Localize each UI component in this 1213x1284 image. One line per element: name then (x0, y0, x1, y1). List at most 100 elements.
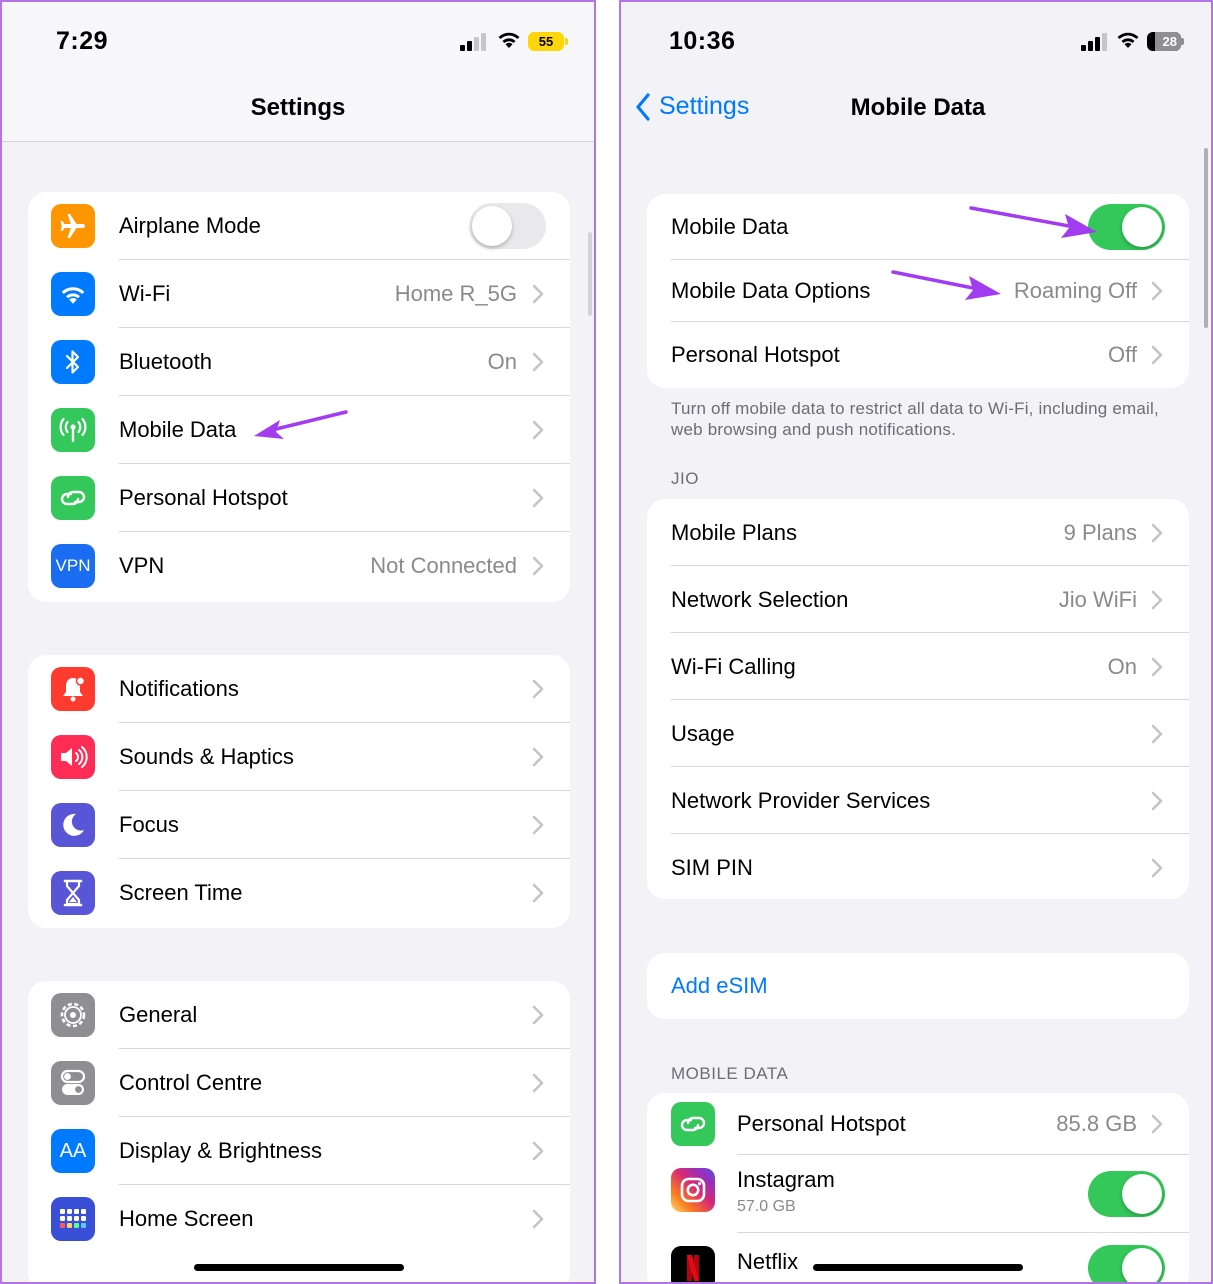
row-label: Sounds & Haptics (119, 744, 294, 769)
app-row-instagram[interactable]: Instagram 57.0 GB (647, 1155, 1189, 1233)
row-value: Home R_5G (394, 281, 517, 306)
row-personal-hotspot[interactable]: Personal Hotspot Off (647, 322, 1189, 388)
hotspot-link-icon (51, 476, 95, 520)
row-mobile-plans[interactable]: Mobile Plans 9 Plans (647, 499, 1189, 566)
app-row-personal-hotspot[interactable]: Personal Hotspot 85.8 GB (647, 1093, 1189, 1155)
carrier-group: Mobile Plans 9 Plans Network Selection Jio … (647, 499, 1189, 899)
settings-row-control-centre[interactable]: Control Centre (28, 1049, 570, 1117)
battery-indicator: 55 (528, 32, 568, 51)
back-button-label: Settings (659, 92, 750, 120)
text-size-icon: AA (51, 1129, 95, 1173)
chevron-right-icon (532, 488, 544, 508)
row-network-provider-services[interactable]: Network Provider Services (647, 767, 1189, 834)
settings-group: General Control Centre AA Display & Brightn… (28, 981, 570, 1282)
row-value: On (1107, 653, 1137, 679)
settings-row-notifications[interactable]: Notifications (28, 655, 570, 723)
toggle-switch[interactable] (469, 203, 546, 249)
airplane-icon (51, 204, 95, 248)
row-value: 85.8 GB (1056, 1111, 1137, 1136)
row-label: Home Screen (119, 1206, 254, 1231)
settings-row-vpn[interactable]: VPN VPN Not Connected (28, 532, 570, 600)
app-row-netflix[interactable]: Netflix (647, 1233, 1189, 1282)
hotspot-link-icon (671, 1102, 715, 1146)
back-button[interactable]: Settings (635, 92, 749, 121)
row-usage[interactable]: Usage (647, 700, 1189, 767)
wifi-icon (51, 272, 95, 316)
settings-screen: 7:29 55 Settings Airplane Mode Wi-Fi Home … (0, 0, 596, 1284)
toggle-switch[interactable] (1088, 1171, 1165, 1217)
status-time: 10:36 (669, 27, 736, 55)
instagram-icon (671, 1168, 715, 1212)
settings-row-general[interactable]: General (28, 981, 570, 1049)
row-label: Wi-Fi (119, 281, 171, 306)
row-mobile-data[interactable]: Mobile Data (647, 194, 1189, 260)
battery-indicator: 28 (1147, 32, 1181, 51)
chevron-right-icon (532, 679, 544, 699)
chevron-right-icon (1151, 281, 1163, 301)
row-wi-fi-calling[interactable]: Wi-Fi Calling On (647, 633, 1189, 700)
moon-icon (51, 803, 95, 847)
row-label: Personal Hotspot (119, 485, 288, 510)
chevron-right-icon (532, 1005, 544, 1025)
speaker-icon (51, 735, 95, 779)
section-header-mobile-data: MOBILE DATA (671, 1064, 789, 1083)
toggle-switch[interactable] (1088, 1245, 1165, 1282)
row-label: Display & Brightness (119, 1138, 322, 1163)
antenna-icon (51, 408, 95, 452)
chevron-right-icon (532, 284, 544, 304)
row-mobile-data-options[interactable]: Mobile Data Options Roaming Off (647, 260, 1189, 322)
icon-label: VPN (55, 556, 91, 575)
bell-icon (51, 667, 95, 711)
settings-row-personal-hotspot[interactable]: Personal Hotspot (28, 464, 570, 532)
chevron-right-icon (532, 352, 544, 372)
scrollbar[interactable] (588, 232, 592, 316)
settings-row-wi-fi[interactable]: Wi-Fi Home R_5G (28, 260, 570, 328)
toggle-knob (472, 206, 512, 246)
add-esim-button[interactable]: Add eSIM (647, 953, 1189, 1019)
status-bar: 7:29 55 (2, 2, 594, 82)
app-usage-amount: 57.0 GB (737, 1198, 796, 1215)
chevron-right-icon (532, 815, 544, 835)
row-label: Bluetooth (119, 349, 212, 374)
home-indicator (813, 1264, 1023, 1271)
battery-level: 28 (1162, 34, 1177, 49)
settings-row-airplane-mode[interactable]: Airplane Mode (28, 192, 570, 260)
row-sim-pin[interactable]: SIM PIN (647, 834, 1189, 899)
row-label: Mobile Plans (671, 519, 797, 545)
row-value: Jio WiFi (1058, 586, 1137, 612)
toggle-switch[interactable] (1088, 204, 1165, 250)
section-header-carrier: JIO (671, 469, 699, 488)
settings-group: Airplane Mode Wi-Fi Home R_5G Bluetooth On Mo… (28, 192, 570, 602)
settings-row-home-screen[interactable]: Home Screen (28, 1185, 570, 1253)
chevron-right-icon (532, 883, 544, 903)
chevron-right-icon (1151, 590, 1163, 609)
app-name: Netflix (737, 1249, 799, 1274)
settings-row-screen-time[interactable]: Screen Time (28, 859, 570, 927)
status-time: 7:29 (56, 27, 109, 55)
chevron-right-icon (1151, 345, 1163, 365)
row-label: Screen Time (119, 880, 243, 905)
bluetooth-icon (51, 340, 95, 384)
chevron-left-icon (636, 92, 650, 121)
mobile-data-group: Mobile Data Mobile Data Options Roaming Of… (647, 194, 1189, 388)
settings-row-sounds-haptics[interactable]: Sounds & Haptics (28, 723, 570, 791)
chevron-right-icon (1151, 1114, 1163, 1134)
gear-icon (51, 993, 95, 1037)
settings-row-mobile-data[interactable]: Mobile Data (28, 396, 570, 464)
chevron-right-icon (532, 420, 544, 440)
switches-icon (51, 1061, 95, 1105)
toggle-knob (1122, 1174, 1162, 1214)
cellular-signal-icon (460, 31, 490, 51)
row-label: Mobile Data (119, 417, 237, 442)
scrollbar[interactable] (1204, 148, 1208, 328)
row-label: Notifications (119, 676, 239, 701)
settings-row-focus[interactable]: Focus (28, 791, 570, 859)
settings-row-display-brightness[interactable]: AA Display & Brightness (28, 1117, 570, 1185)
row-network-selection[interactable]: Network Selection Jio WiFi (647, 566, 1189, 633)
mobile-data-footnote: Turn off mobile data to restrict all dat… (671, 399, 1159, 439)
row-label: VPN (119, 553, 165, 578)
settings-row-bluetooth[interactable]: Bluetooth On (28, 328, 570, 396)
row-label: Airplane Mode (119, 213, 261, 238)
home-grid-icon (51, 1197, 95, 1241)
chevron-right-icon (1151, 657, 1163, 676)
